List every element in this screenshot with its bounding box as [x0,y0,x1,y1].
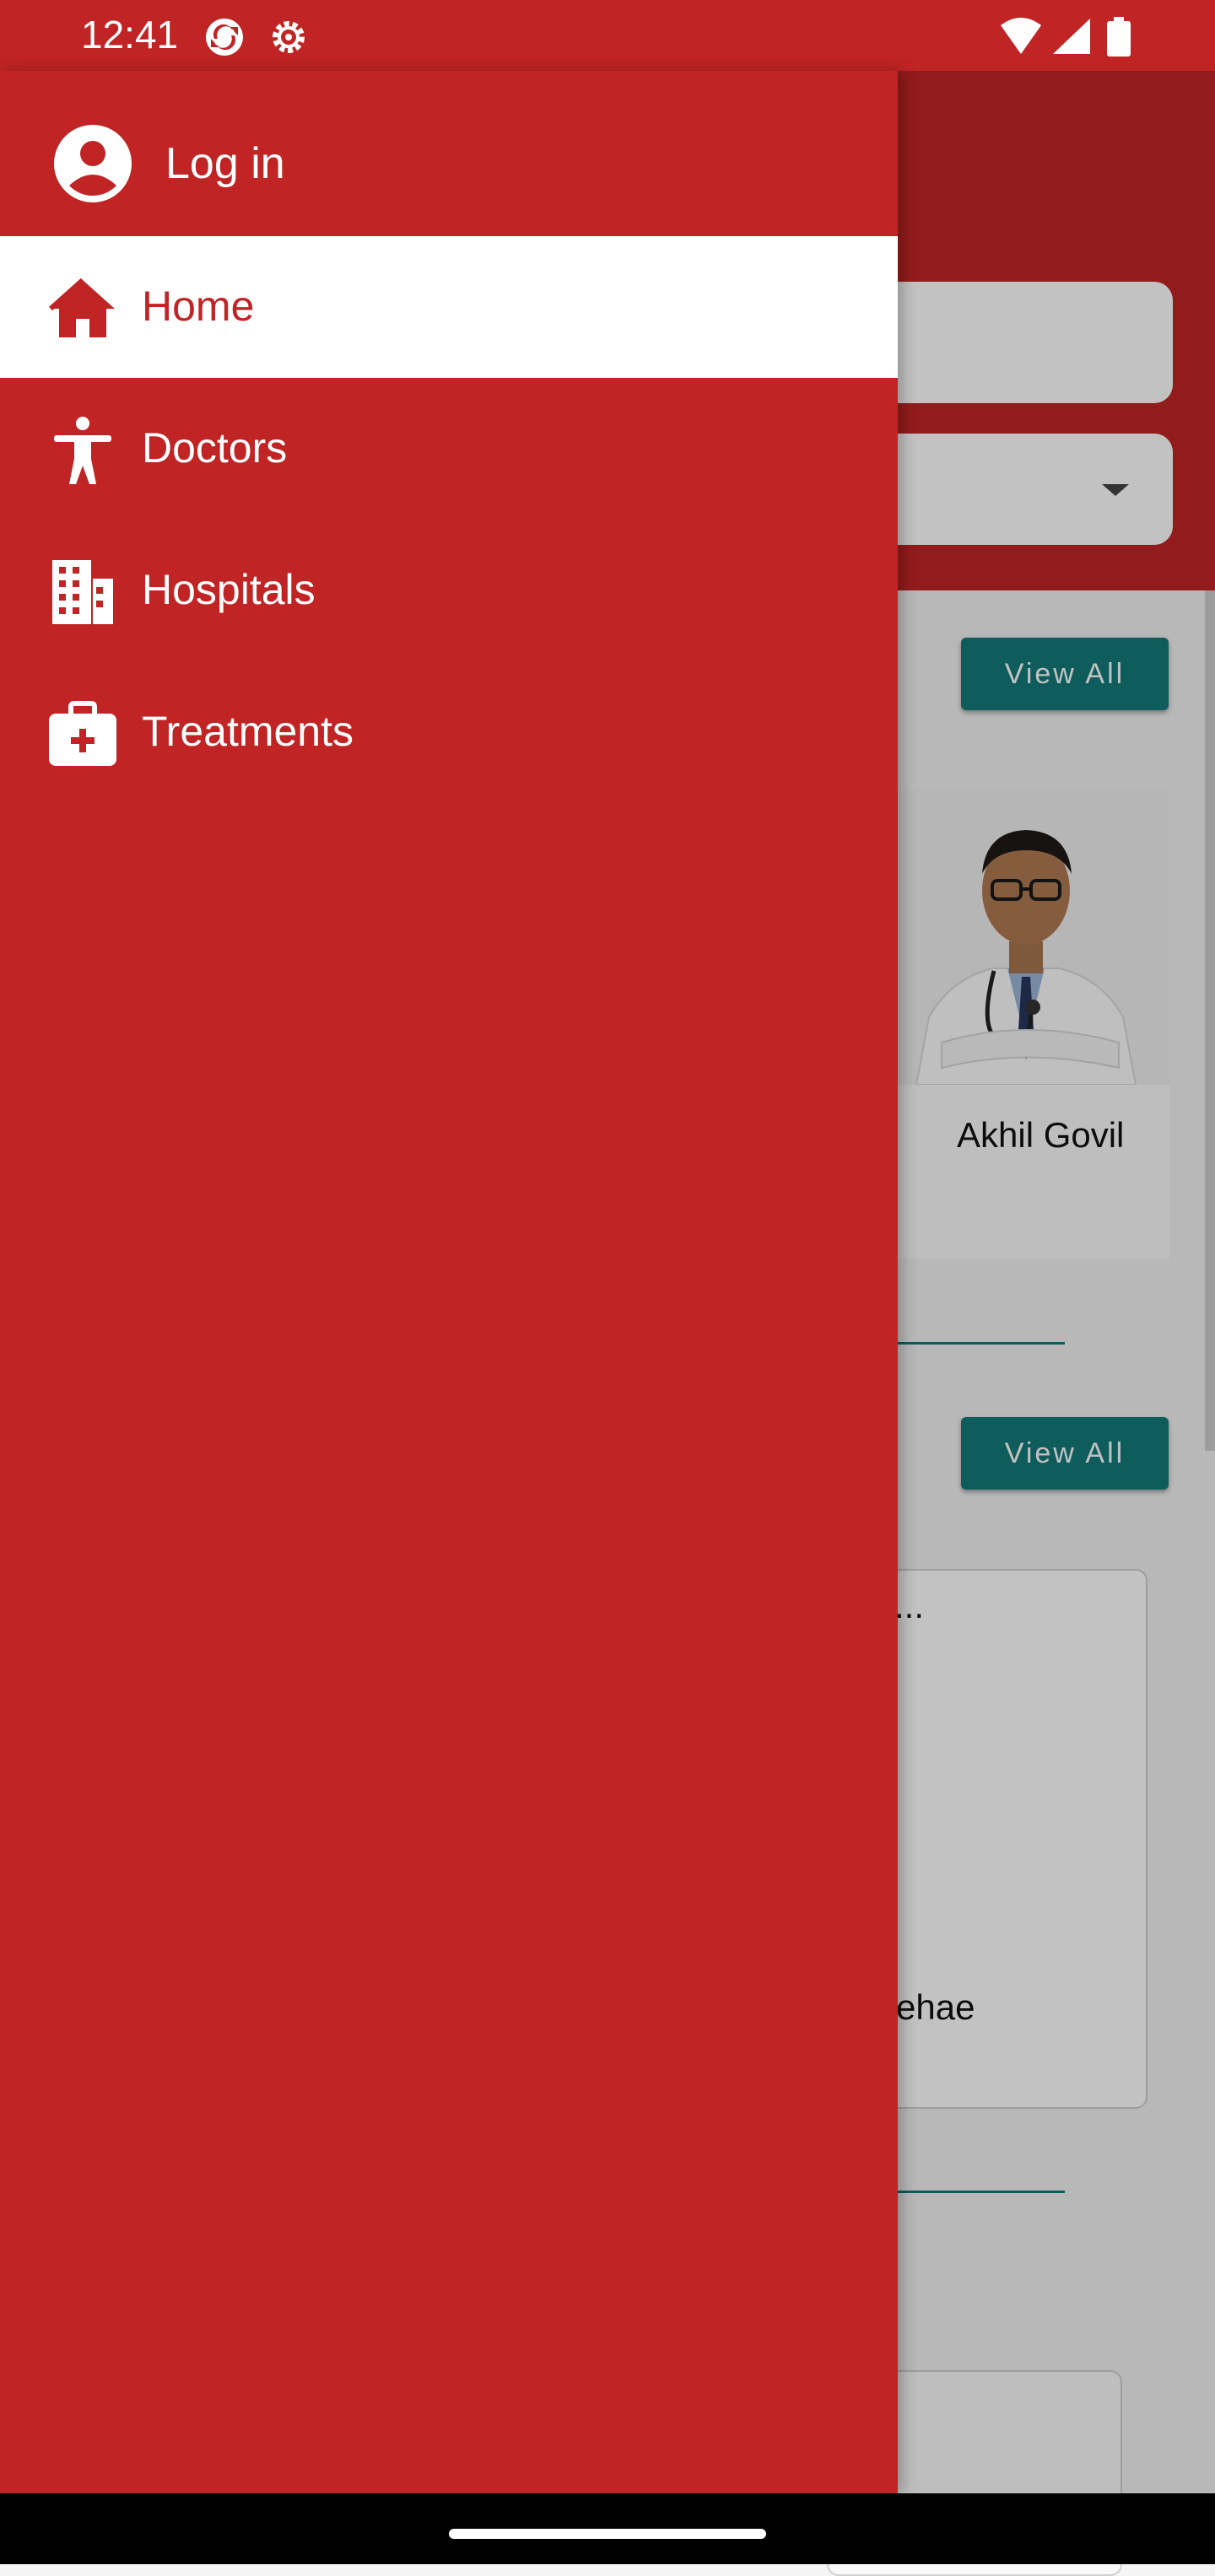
drawer-item-label: Home [142,283,255,330]
account-circle-icon [54,125,132,202]
person-icon [54,417,111,484]
drawer-item-doctors[interactable]: Doctors [0,378,898,520]
sync-icon [206,19,243,56]
home-icon [48,278,115,337]
building-icon [52,560,113,624]
battery-icon [1107,17,1131,57]
status-time: 12:41 [81,13,179,57]
login-row[interactable]: Log in [0,71,898,236]
medical-kit-icon [49,701,116,766]
home-gesture-handle[interactable] [449,2529,766,2539]
cellular-signal-icon [1053,19,1090,54]
scrollbar [1205,590,1215,1451]
drawer-item-home[interactable]: Home [0,236,898,378]
drawer-item-label: Doctors [142,424,288,472]
drawer-item-treatments[interactable]: Treatments [0,661,898,803]
login-label: Log in [165,139,285,188]
wifi-icon [1001,18,1041,54]
navigation-drawer: Log in Home Doctors Hospitals Treatments [0,71,898,2493]
settings-gear-icon [273,21,305,53]
drawer-item-label: Hospitals [142,566,316,613]
drawer-item-hospitals[interactable]: Hospitals [0,520,898,661]
drawer-item-label: Treatments [142,708,354,755]
status-bar: 12:41 [0,0,1215,71]
